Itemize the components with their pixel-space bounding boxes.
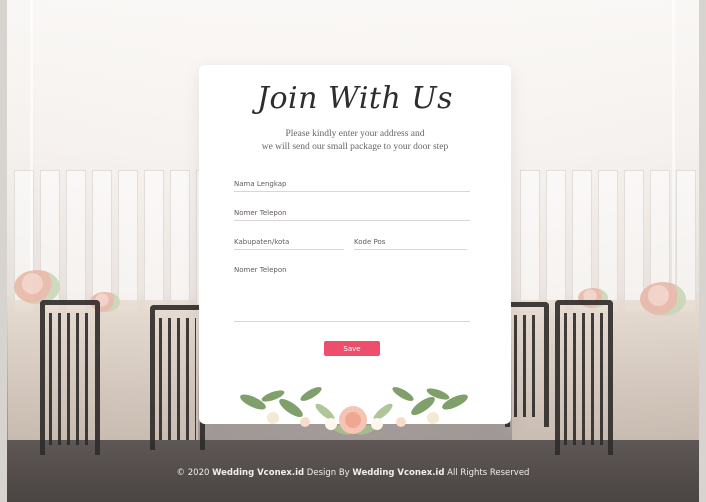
footer: © 2020 Wedding Vconex.id Design By Weddi… [0, 468, 706, 478]
footer-brand-link-2[interactable]: Wedding Vconex.id [352, 468, 444, 478]
full-name-input[interactable] [234, 180, 470, 192]
chair [555, 300, 613, 455]
footer-copyright: © 2020 [176, 468, 210, 478]
address-textarea[interactable] [234, 266, 470, 322]
frame-edge-right [699, 0, 706, 502]
phone-input[interactable] [234, 209, 470, 221]
join-card: Join With Us Please kindly enter your ad… [199, 65, 511, 424]
card-title: Join With Us [256, 81, 454, 116]
city-input[interactable] [234, 238, 344, 250]
card-subtitle: Please kindly enter your address and we … [199, 128, 511, 154]
chair [150, 305, 205, 450]
floral-decoration-icon [240, 387, 468, 435]
chair [505, 302, 549, 427]
footer-design-by: Design By [306, 468, 350, 478]
footer-rights: All Rights Reserved [447, 468, 530, 478]
page: Join With Us Please kindly enter your ad… [0, 0, 706, 502]
footer-brand-link[interactable]: Wedding Vconex.id [212, 468, 304, 478]
frame-edge-left [0, 0, 7, 502]
floral-centerpiece [14, 270, 60, 304]
chair [40, 300, 100, 455]
subtitle-line-1: Please kindly enter your address and [285, 129, 425, 139]
floral-centerpiece [640, 282, 686, 316]
subtitle-line-2: we will send our small package to your d… [261, 142, 449, 152]
save-button[interactable]: Save [324, 341, 380, 356]
postal-code-input[interactable] [354, 238, 467, 250]
